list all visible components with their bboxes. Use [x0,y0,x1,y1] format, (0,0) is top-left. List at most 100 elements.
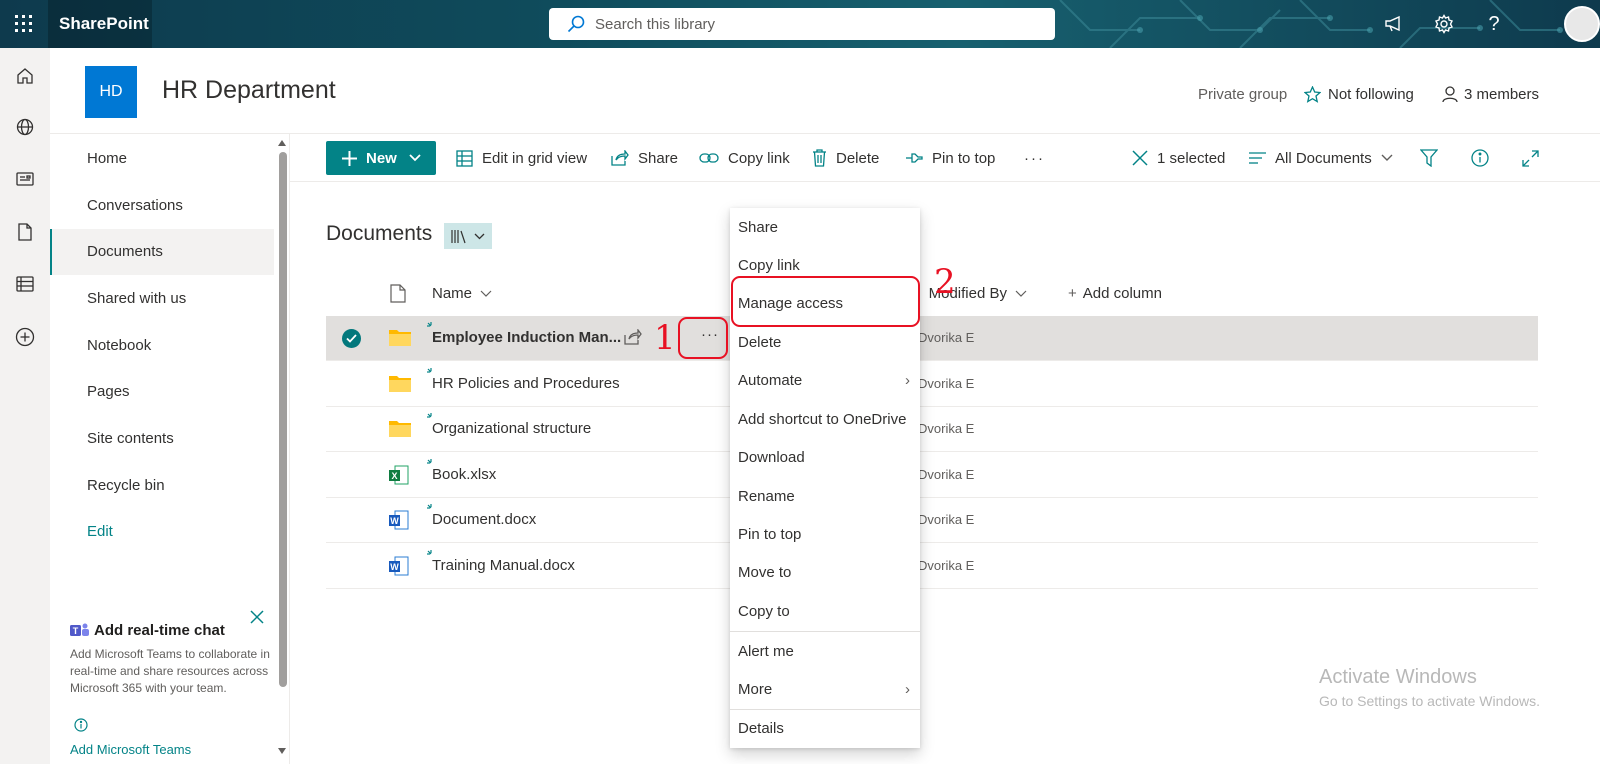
menu-item-copy-to[interactable]: Copy to [730,593,920,631]
delete-button[interactable]: Delete [812,134,879,182]
avatar[interactable] [1564,6,1600,42]
watermark-line-1: Activate Windows [1319,666,1477,688]
nav-home[interactable]: Home [50,136,274,182]
file-name[interactable]: Book.xlsx [432,466,496,483]
modified-by: Dvorika E [918,330,975,345]
column-header-name[interactable]: Name [432,276,492,310]
table-row[interactable]: X Book.xlsx Dvorika E [326,453,1538,498]
library-view-switcher[interactable] [444,223,492,249]
nav-pages[interactable]: Pages [50,369,274,415]
add-teams-link[interactable]: Add Microsoft Teams [70,742,191,757]
info-pane-button[interactable] [1471,134,1498,182]
add-column-button[interactable]: + Add column [1068,276,1162,310]
nav-site-contents[interactable]: Site contents [50,416,274,462]
chevron-down-icon [1015,290,1027,297]
more-commands-label: ··· [1024,149,1045,167]
expand-button[interactable] [1522,134,1548,182]
menu-item-download[interactable]: Download [730,439,920,477]
nav-recycle-bin[interactable]: Recycle bin [50,463,274,509]
home-icon[interactable] [13,64,37,88]
menu-item-delete[interactable]: Delete [730,324,920,362]
site-header: HD HR Department Private group Not follo… [50,48,1600,134]
annotation-box-manage-access [731,276,920,327]
menu-item-pin-to-top[interactable]: Pin to top [730,516,920,554]
app-rail [0,48,50,764]
menu-item-alert-me[interactable]: Alert me [730,633,920,671]
filter-button[interactable] [1420,134,1447,182]
app-name[interactable]: SharePoint [48,0,152,48]
svg-text:X: X [391,471,397,481]
folder-icon [389,330,411,346]
excel-icon: X [389,465,409,485]
menu-item-rename[interactable]: Rename [730,478,920,516]
clear-selection-button[interactable]: 1 selected [1132,134,1225,182]
share-icon[interactable] [624,329,642,345]
table-row[interactable]: Organizational structure Dvorika E [326,407,1538,452]
nav-documents[interactable]: Documents [50,229,274,275]
nav-notebook[interactable]: Notebook [50,323,274,369]
menu-item-details[interactable]: Details [730,710,920,748]
word-icon: W [389,556,409,576]
app-launcher-button[interactable] [0,0,48,48]
search-box[interactable]: Search this library [549,8,1055,40]
nav-scroll-thumb[interactable] [279,152,287,687]
new-button[interactable]: New [326,141,436,175]
share-button[interactable]: Share [611,134,678,182]
view-label: All Documents [1275,149,1372,167]
menu-item-add-shortcut[interactable]: Add shortcut to OneDrive [730,401,920,439]
menu-item-automate[interactable]: Automate › [730,362,920,400]
modified-by: Dvorika E [918,421,975,436]
library-icon [451,229,466,243]
pin-to-top-label: Pin to top [932,149,996,167]
table-row[interactable]: HR Policies and Procedures Dvorika E [326,362,1538,407]
file-name[interactable]: Organizational structure [432,420,591,437]
nav-conversations[interactable]: Conversations [50,183,274,229]
site-logo[interactable]: HD [85,66,137,118]
file-name[interactable]: Document.docx [432,511,536,528]
info-icon [1471,149,1489,167]
follow-button[interactable]: Not following [1304,86,1414,103]
help-button[interactable]: ? [1470,0,1518,48]
menu-item-move-to[interactable]: Move to [730,554,920,592]
table-row[interactable]: W Training Manual.docx Dvorika E [326,544,1538,589]
teams-icon: T [70,623,89,636]
site-title[interactable]: HR Department [162,76,336,105]
file-name[interactable]: Employee Induction Man... [432,329,621,346]
news-button[interactable] [1370,0,1418,48]
file-name[interactable]: HR Policies and Procedures [432,375,620,392]
info-icon[interactable] [74,718,88,732]
pin-to-top-button[interactable]: Pin to top [905,134,995,182]
table-row[interactable]: W Document.docx Dvorika E [326,498,1538,543]
nav-shared-with-us[interactable]: Shared with us [50,276,274,322]
search-icon [567,15,585,33]
file-type-header-icon [390,284,406,303]
chevron-down-icon [409,154,421,162]
list-icon[interactable] [13,272,37,296]
grid-icon [456,149,473,167]
nav-edit-link[interactable]: Edit [50,509,274,555]
expand-icon [1522,149,1539,167]
modified-by: Dvorika E [918,376,975,391]
chat-card-description: Add Microsoft Teams to collaborate in re… [70,647,270,695]
selected-check-icon[interactable] [342,329,361,348]
members-button[interactable]: 3 members [1442,86,1539,103]
copy-link-button[interactable]: Copy link [699,134,790,182]
menu-item-share[interactable]: Share [730,209,920,247]
more-commands-button[interactable]: ··· [1024,134,1045,182]
menu-item-more[interactable]: More › [730,671,920,709]
word-icon: W [389,510,409,530]
settings-button[interactable] [1420,0,1468,48]
table-row[interactable]: Employee Induction Man... ··· Dvorika E [326,316,1538,361]
chevron-down-icon [480,290,492,297]
link-icon [699,153,719,163]
close-icon[interactable] [250,610,264,624]
document-icon[interactable] [13,220,37,244]
share-icon [611,150,629,166]
file-name[interactable]: Training Manual.docx [432,557,575,574]
menu-item-automate-label: Automate [738,372,803,389]
news-icon[interactable] [13,167,37,191]
edit-grid-button[interactable]: Edit in grid view [456,134,587,182]
create-icon[interactable] [13,325,37,349]
view-selector[interactable]: All Documents [1249,134,1402,182]
globe-icon[interactable] [13,115,37,139]
